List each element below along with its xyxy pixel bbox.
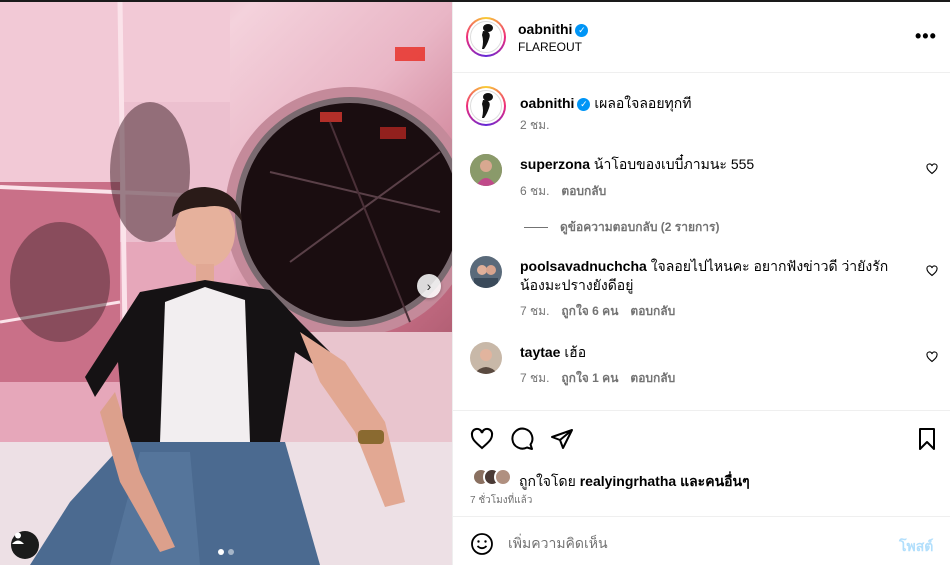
author-username[interactable]: oabnithi xyxy=(518,21,572,37)
post-photo[interactable]: › xyxy=(0,2,452,565)
reply-button[interactable]: ตอบกลับ xyxy=(630,369,675,388)
carousel-dot-active xyxy=(218,549,224,555)
liker-avatar xyxy=(494,468,512,486)
post-timestamp[interactable]: 7 ชั่วโมงที่แล้ว xyxy=(470,493,532,508)
comment-username[interactable]: taytae xyxy=(520,344,560,360)
verified-badge-icon: ✓ xyxy=(577,97,591,111)
tagged-users-button[interactable] xyxy=(11,531,39,559)
comment-username[interactable]: superzona xyxy=(520,156,590,172)
caption-timestamp[interactable]: 2 ชม. xyxy=(520,116,549,135)
view-replies-label: ดูข้อความตอบกลับ (2 รายการ) xyxy=(560,220,720,234)
liked-by-avatars[interactable] xyxy=(472,468,512,486)
heart-icon[interactable] xyxy=(470,427,494,451)
user-tag-icon xyxy=(12,532,24,544)
reply-button[interactable]: ตอบกลับ xyxy=(561,182,606,201)
liked-by-text: ถูกใจโดย realyingrhatha และคนอื่นๆ xyxy=(519,471,750,493)
author-avatar-silhouette xyxy=(482,24,493,49)
comment-body: taytae เฮ้อ xyxy=(520,343,910,362)
caption-text: เผลอใจลอยทุกที xyxy=(594,95,692,111)
carousel-indicator xyxy=(218,549,234,555)
post-actions: ถูกใจโดย realyingrhatha และคนอื่นๆ 7 ชั่… xyxy=(453,410,950,518)
comment-input[interactable] xyxy=(508,531,888,555)
comment-bubble-icon[interactable] xyxy=(510,427,534,451)
post-location[interactable]: FLAREOUT xyxy=(518,40,582,54)
liked-by-user[interactable]: realyingrhatha xyxy=(580,473,676,489)
comment-avatar[interactable] xyxy=(470,256,502,288)
author-avatar[interactable] xyxy=(466,17,506,57)
more-options-button[interactable]: ••• xyxy=(915,26,937,47)
comment-time[interactable]: 7 ชม. xyxy=(520,369,549,388)
comment-like-heart-icon[interactable] xyxy=(926,265,938,277)
add-comment-bar: โพสต์ xyxy=(453,516,950,565)
view-replies-line xyxy=(524,227,548,228)
comment-like-heart-icon[interactable] xyxy=(926,351,938,363)
carousel-next-button[interactable]: › xyxy=(417,274,441,298)
comment-likes[interactable]: ถูกใจ 6 คน xyxy=(561,302,618,321)
comment-avatar-image xyxy=(470,256,502,288)
emoji-smile-icon[interactable] xyxy=(470,532,494,556)
comment-likes[interactable]: ถูกใจ 1 คน xyxy=(561,369,618,388)
bookmark-icon[interactable] xyxy=(915,427,939,451)
post-header: oabnithi ✓ FLAREOUT ••• xyxy=(453,2,950,73)
chevron-right-icon: › xyxy=(426,278,432,294)
post-comment-button[interactable]: โพสต์ xyxy=(899,536,933,558)
comment-avatar[interactable] xyxy=(470,154,502,186)
comment-body: superzona น้าโอบของเบบี๋ภามนะ 555 xyxy=(520,155,910,174)
comment-time[interactable]: 7 ชม. xyxy=(520,302,549,321)
post-side-panel: oabnithi ✓ FLAREOUT ••• oabnithi ✓ เผลอใจล… xyxy=(452,2,950,565)
verified-badge-icon: ✓ xyxy=(575,23,589,37)
comment-like-heart-icon[interactable] xyxy=(926,163,938,175)
comment-meta: 7 ชม. ถูกใจ 6 คน ตอบกลับ xyxy=(520,302,675,321)
liked-by-prefix: ถูกใจโดย xyxy=(519,473,576,489)
caption-avatar-silhouette xyxy=(482,93,493,118)
carousel-dot xyxy=(228,549,234,555)
comment-meta: 6 ชม. ตอบกลับ xyxy=(520,182,606,201)
author-name-row: oabnithi ✓ xyxy=(518,21,589,37)
comment-avatar[interactable] xyxy=(470,342,502,374)
comment-body: poolsavadnuchcha ใจลอยไปไหนคะ อยากฟังข่า… xyxy=(520,257,910,295)
reply-button[interactable]: ตอบกลับ xyxy=(630,302,675,321)
comment-text: เฮ้อ xyxy=(564,344,587,360)
view-replies-button[interactable]: ดูข้อความตอบกลับ (2 รายการ) xyxy=(524,218,719,237)
comment-avatar-image xyxy=(470,342,502,374)
liked-by-and: และ xyxy=(680,473,706,489)
comment-time[interactable]: 6 ชม. xyxy=(520,182,549,201)
photo-illustration xyxy=(0,2,452,565)
comment-meta: 7 ชม. ถูกใจ 1 คน ตอบกลับ xyxy=(520,369,675,388)
caption-author-avatar[interactable] xyxy=(466,86,506,126)
caption: oabnithi ✓ เผลอใจลอยทุกที xyxy=(520,93,691,115)
liked-by-others[interactable]: คนอื่นๆ xyxy=(705,473,749,489)
comment-username[interactable]: poolsavadnuchcha xyxy=(520,258,647,274)
paper-plane-icon[interactable] xyxy=(550,427,574,451)
caption-username[interactable]: oabnithi xyxy=(520,95,574,111)
comment-avatar-image xyxy=(470,154,502,186)
comment-text: น้าโอบของเบบี๋ภามนะ 555 xyxy=(593,156,755,172)
